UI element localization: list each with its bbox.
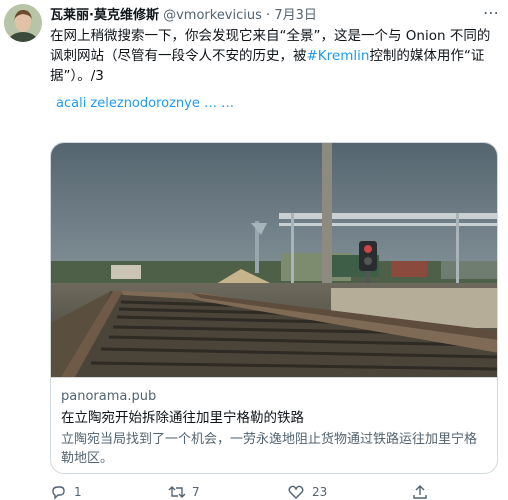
reply-icon — [52, 486, 65, 500]
author-name[interactable]: 瓦莱丽·莫克维修斯 — [50, 8, 159, 23]
tweet-header: 瓦莱丽·莫克维修斯 @vmorkevicius · 7月3日 ⋯ — [50, 5, 502, 26]
card-title: 在立陶宛开始拆除通往加里宁格勒的铁路 — [61, 410, 304, 426]
card-meta: panorama.pub 在立陶宛开始拆除通往加里宁格勒的铁路 立陶宛当局找到了… — [51, 377, 497, 473]
retweet-icon — [168, 486, 186, 498]
translation-link[interactable]: acali zeleznodoroznye … … — [56, 96, 234, 111]
hashtag-link[interactable]: #Kremlin — [307, 48, 370, 64]
tweet-text: 在网上稍微搜索一下，你会发现它来自“全景”，这是一个与 Onion 不同的讽刺网… — [50, 26, 498, 86]
card-image — [51, 143, 497, 377]
card-domain: panorama.pub — [61, 389, 157, 404]
like-icon — [288, 485, 304, 499]
more-options-icon[interactable]: ⋯ — [482, 5, 500, 26]
share-icon — [413, 485, 427, 499]
separator-dot: · — [266, 8, 271, 23]
link-card[interactable]: panorama.pub 在立陶宛开始拆除通往加里宁格勒的铁路 立陶宛当局找到了… — [50, 142, 498, 474]
action-bar: 1 7 23 — [50, 484, 490, 500]
card-description: 立陶宛当局找到了一个机会，一劳永逸地阻止货物通过铁路运往加里宁格勒地区。 — [61, 432, 478, 466]
author-handle[interactable]: @vmorkevicius — [163, 8, 262, 23]
tweet-date[interactable]: 7月3日 — [274, 8, 317, 23]
reply-count: 1 — [74, 485, 82, 499]
avatar-image — [4, 4, 42, 42]
avatar[interactable] — [4, 4, 42, 42]
retweet-count: 7 — [192, 485, 200, 499]
like-count: 23 — [312, 485, 328, 499]
